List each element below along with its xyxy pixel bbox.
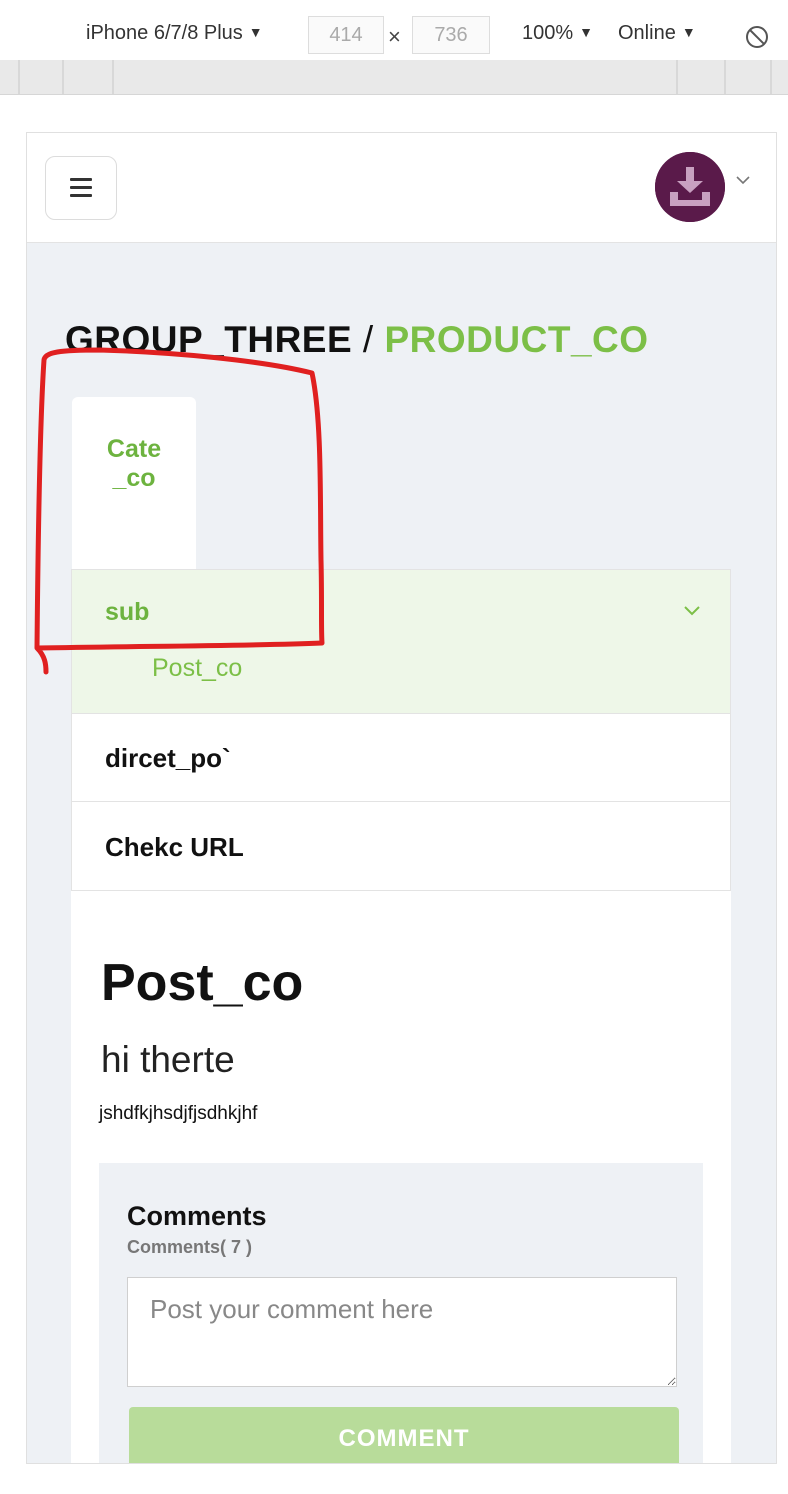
post-title: Post_co — [101, 954, 304, 1012]
device-select[interactable]: iPhone 6/7/8 Plus ▼ — [86, 22, 263, 45]
post-body: jshdfkjhsdjfjsdhkjhf — [99, 1103, 258, 1124]
nav-item-label: dircet_po` — [105, 743, 231, 773]
nav-item-sub[interactable]: sub Post_co — [72, 570, 730, 714]
nav-item-direct-post[interactable]: dircet_po` — [72, 713, 730, 802]
height-input[interactable]: 736 — [412, 16, 490, 54]
post-content: Post_co hi therte jshdfkjhsdjfjsdhkjhf C… — [71, 891, 731, 1463]
side-nav: sub Post_co dircet_po` Chekc URL — [71, 569, 731, 893]
media-query-ruler — [0, 60, 788, 95]
rotate-icon[interactable] — [744, 24, 770, 50]
network-select[interactable]: Online ▼ — [618, 22, 696, 45]
network-label: Online — [618, 22, 676, 44]
comments-section: Comments Comments( 7 ) COMMENT — [99, 1163, 703, 1463]
nav-item-check-url[interactable]: Chekc URL — [72, 802, 730, 891]
breadcrumb-group[interactable]: GROUP_THREE — [65, 319, 352, 360]
nav-subitem-post[interactable]: Post_co — [152, 654, 242, 683]
avatar-icon — [655, 152, 725, 222]
caret-down-icon: ▼ — [579, 24, 594, 40]
nav-item-label: Chekc URL — [105, 832, 244, 862]
breadcrumb-separator: / — [352, 319, 385, 360]
comment-input[interactable] — [127, 1277, 677, 1387]
chevron-down-icon[interactable] — [734, 173, 752, 187]
comment-button[interactable]: COMMENT — [129, 1407, 679, 1463]
nav-item-sub-label: sub — [105, 598, 150, 626]
device-viewport: GROUP_THREE / PRODUCT_CO Cate_co sub Pos… — [26, 132, 777, 1464]
chevron-down-icon[interactable] — [681, 602, 703, 618]
times-icon: × — [388, 24, 401, 49]
app-header — [27, 133, 776, 243]
post-subtitle: hi therte — [101, 1039, 235, 1080]
breadcrumb-product[interactable]: PRODUCT_CO — [385, 319, 649, 360]
zoom-select[interactable]: 100% ▼ — [522, 22, 593, 45]
breadcrumb: GROUP_THREE / PRODUCT_CO — [65, 319, 649, 361]
category-tab[interactable]: Cate_co — [72, 397, 196, 571]
comments-count: Comments( 7 ) — [127, 1237, 253, 1257]
menu-button[interactable] — [45, 156, 117, 220]
zoom-label: 100% — [522, 22, 574, 44]
avatar[interactable] — [655, 152, 725, 222]
category-tab-label: Cate_co — [106, 435, 162, 492]
comments-heading: Comments — [127, 1201, 267, 1231]
device-label: iPhone 6/7/8 Plus — [86, 22, 243, 44]
caret-down-icon: ▼ — [681, 24, 696, 40]
width-input[interactable]: 414 — [308, 16, 384, 54]
caret-down-icon: ▼ — [248, 24, 263, 40]
